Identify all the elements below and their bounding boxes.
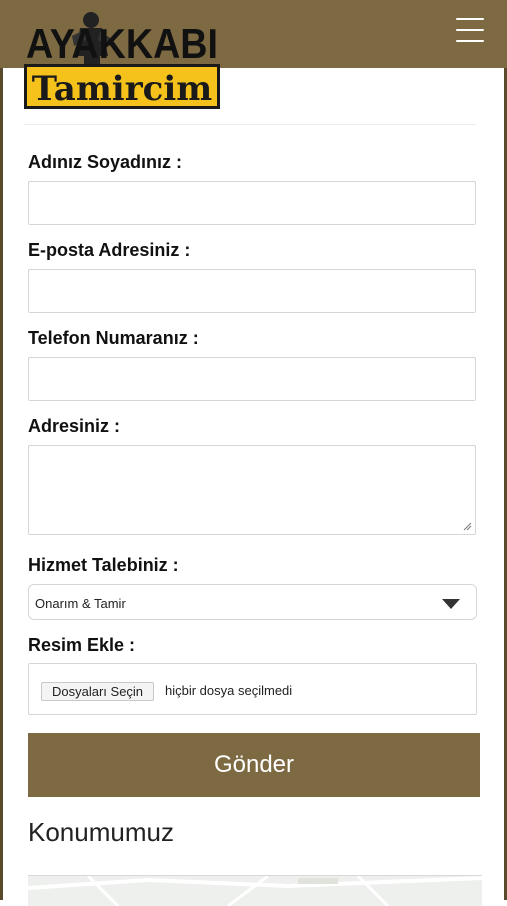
service-select-value: Onarım & Tamir bbox=[35, 596, 126, 611]
location-title: Konumumuz bbox=[28, 817, 174, 847]
chevron-down-icon bbox=[442, 599, 460, 609]
site-logo[interactable]: AYAKKABI Tamircim bbox=[24, 6, 220, 109]
address-label: Adresiniz : bbox=[28, 416, 121, 436]
phone-input[interactable] bbox=[28, 357, 476, 401]
logo-bottom-text: Tamircim bbox=[32, 69, 213, 109]
page-edge bbox=[0, 68, 3, 900]
hamburger-menu-icon[interactable] bbox=[456, 18, 484, 42]
image-label: Resim Ekle : bbox=[28, 635, 136, 655]
name-label: Adınız Soyadınız : bbox=[28, 152, 183, 172]
choose-files-button[interactable]: Dosyaları Seçin bbox=[41, 682, 155, 701]
service-select[interactable]: Onarım & Tamir bbox=[28, 584, 477, 620]
address-textarea[interactable] bbox=[28, 445, 476, 535]
file-status-text: hiçbir dosya seçilmedi bbox=[165, 683, 293, 698]
map-roads bbox=[28, 876, 482, 906]
email-input[interactable] bbox=[28, 269, 476, 313]
location-map[interactable] bbox=[28, 875, 482, 906]
logo-top-text: AYAKKABI bbox=[26, 20, 218, 67]
resize-grip-icon[interactable] bbox=[462, 521, 472, 531]
service-label: Hizmet Talebiniz : bbox=[28, 555, 179, 575]
name-input[interactable] bbox=[28, 181, 476, 225]
email-label: E-posta Adresiniz : bbox=[28, 240, 191, 260]
submit-button[interactable]: Gönder bbox=[28, 733, 480, 797]
divider bbox=[24, 124, 476, 125]
phone-label: Telefon Numaranız : bbox=[28, 328, 199, 348]
file-upload-field[interactable]: Dosyaları Seçin hiçbir dosya seçilmedi bbox=[28, 663, 477, 715]
